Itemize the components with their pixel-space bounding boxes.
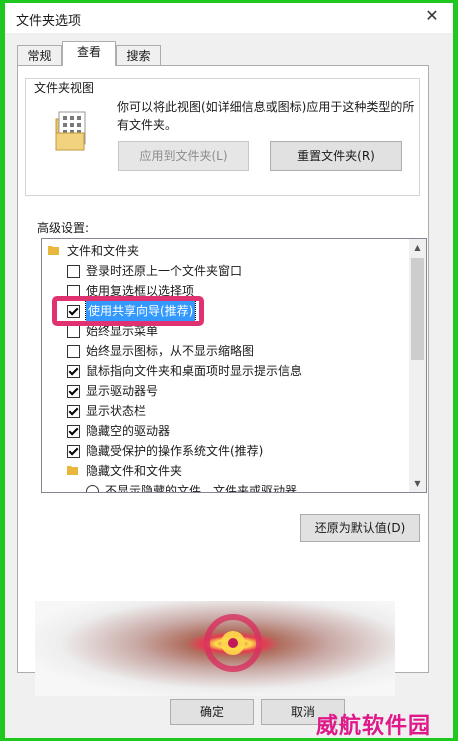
setting-label: 登录时还原上一个文件夹窗口 — [86, 264, 243, 278]
folder-icon — [67, 466, 78, 475]
tree-folder-item: 文件和文件夹 — [42, 241, 410, 261]
ok-button[interactable]: 确定 — [170, 699, 254, 725]
radio-button[interactable] — [86, 485, 99, 492]
setting-label: 隐藏文件和文件夹 — [86, 464, 183, 478]
setting-label: 显示状态栏 — [86, 404, 147, 418]
setting-label: 隐藏受保护的操作系统文件(推荐) — [86, 444, 264, 458]
folder-views-legend: 文件夹视图 — [31, 79, 98, 96]
tab-search[interactable]: 搜索 — [116, 45, 161, 65]
folder-icon — [48, 246, 59, 255]
highlight-annotation — [52, 296, 204, 326]
tree-folder-item: 隐藏文件和文件夹 — [42, 461, 410, 481]
scroll-up-icon[interactable]: ▲ — [409, 239, 426, 256]
setting-item[interactable]: 隐藏空的驱动器 — [42, 421, 410, 441]
setting-item[interactable]: 始终显示图标，从不显示缩略图 — [42, 341, 410, 361]
setting-label: 始终显示图标，从不显示缩略图 — [86, 344, 255, 358]
vertical-scrollbar[interactable]: ▲ ▼ — [409, 239, 426, 492]
folder-view-icon — [55, 111, 86, 151]
setting-item[interactable]: 显示驱动器号 — [42, 381, 410, 401]
apply-to-folders-button[interactable]: 应用到文件夹(L) — [118, 141, 249, 171]
checkbox[interactable] — [67, 385, 80, 398]
tab-view[interactable]: 查看 — [62, 41, 116, 66]
title-bar: 文件夹选项 ✕ — [5, 3, 453, 33]
checkbox[interactable] — [67, 265, 80, 278]
advanced-settings-list[interactable]: 文件和文件夹 登录时还原上一个文件夹窗口 使用复选框以选择项 使用共享向导(推荐) 始终… — [41, 238, 427, 493]
checkbox[interactable] — [67, 345, 80, 358]
setting-item[interactable]: 显示状态栏 — [42, 401, 410, 421]
checkbox[interactable] — [67, 365, 80, 378]
setting-item[interactable]: 鼠标指向文件夹和桌面项时显示提示信息 — [42, 361, 410, 381]
checkbox[interactable] — [67, 325, 80, 338]
checkbox[interactable] — [67, 425, 80, 438]
scroll-thumb[interactable] — [411, 258, 424, 360]
setting-item[interactable]: 隐藏受保护的操作系统文件(推荐) — [42, 441, 410, 461]
folder-options-dialog: 文件夹选项 ✕ 常规 查看 搜索 文件夹视图 你可以将此视图(如详细信息或图标)… — [5, 3, 453, 738]
setting-item[interactable]: 不显示隐藏的文件、文件夹或驱动器 — [42, 481, 410, 493]
setting-label: 不显示隐藏的文件、文件夹或驱动器 — [105, 484, 298, 493]
reset-folders-button[interactable]: 重置文件夹(R) — [270, 141, 402, 171]
setting-label: 显示驱动器号 — [86, 384, 159, 398]
checkbox[interactable] — [67, 405, 80, 418]
scroll-down-icon[interactable]: ▼ — [409, 475, 426, 492]
setting-item[interactable]: 登录时还原上一个文件夹窗口 — [42, 261, 410, 281]
advanced-settings-label: 高级设置: — [37, 221, 90, 235]
restore-defaults-button[interactable]: 还原为默认值(D) — [300, 514, 420, 542]
checkbox[interactable] — [67, 445, 80, 458]
folder-views-description: 你可以将此视图(如详细信息或图标)应用于这种类型的所有文件夹。 — [117, 100, 415, 132]
setting-label: 鼠标指向文件夹和桌面项时显示提示信息 — [86, 364, 303, 378]
tab-general[interactable]: 常规 — [17, 45, 62, 65]
window-title: 文件夹选项 — [16, 14, 82, 29]
watermark-text: 威航软件园 — [316, 713, 432, 738]
swirl-overlay-image — [35, 601, 395, 696]
close-icon[interactable]: ✕ — [419, 5, 445, 27]
setting-label: 文件和文件夹 — [67, 244, 140, 258]
setting-label: 隐藏空的驱动器 — [86, 424, 171, 438]
